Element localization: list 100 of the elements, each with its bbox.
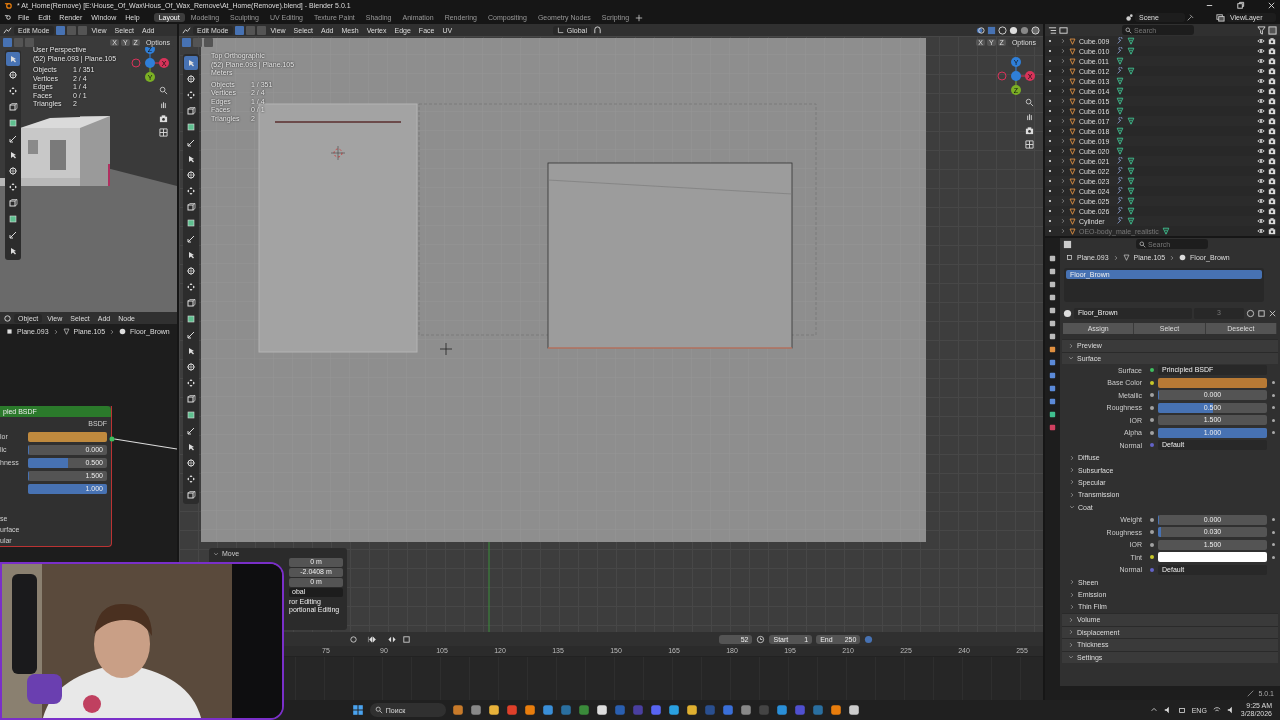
socket-dot[interactable] (109, 436, 115, 442)
camera-icon[interactable] (1268, 47, 1276, 55)
keyframe-dot[interactable] (1271, 406, 1275, 410)
app-icon[interactable] (847, 704, 860, 716)
eye-icon[interactable] (1257, 67, 1265, 75)
keyframe-dot[interactable] (1271, 381, 1275, 385)
new-collection-icon[interactable] (1268, 25, 1277, 35)
record-icon[interactable] (348, 634, 358, 644)
eye-icon[interactable] (1257, 47, 1265, 55)
wrench-icon[interactable] (1116, 217, 1124, 225)
wrench-icon[interactable] (1116, 167, 1124, 175)
app-icon[interactable] (667, 704, 680, 716)
editor-type-icon[interactable] (182, 25, 191, 35)
app-icon[interactable] (451, 704, 464, 716)
wireframe-shading-icon[interactable] (998, 25, 1007, 35)
eye-icon[interactable] (1257, 167, 1265, 175)
color-swatch[interactable] (28, 431, 107, 442)
keyframe-dot[interactable] (1271, 518, 1275, 522)
eye-icon[interactable] (1257, 77, 1265, 85)
eye-icon[interactable] (1257, 57, 1265, 65)
camera-icon[interactable] (1268, 147, 1276, 155)
camera-icon[interactable] (1268, 37, 1276, 45)
camera-icon[interactable] (1268, 107, 1276, 115)
wrench-icon[interactable] (1116, 47, 1124, 55)
filter-view-icon[interactable] (1059, 25, 1068, 35)
vertex-select-icon[interactable] (234, 25, 244, 35)
wrench-icon[interactable] (1116, 197, 1124, 205)
eye-icon[interactable] (1257, 87, 1265, 95)
overlay-icon[interactable] (976, 25, 985, 35)
eye-icon[interactable] (1257, 227, 1265, 235)
keyframe-dot[interactable] (1271, 431, 1275, 435)
eye-icon[interactable] (1257, 197, 1265, 205)
eye-icon[interactable] (1257, 127, 1265, 135)
eye-icon[interactable] (1257, 97, 1265, 105)
app-icon[interactable] (829, 704, 842, 716)
camera-icon[interactable] (1268, 87, 1276, 95)
keyframe-jump-icon[interactable] (385, 634, 398, 644)
filter-icon[interactable] (1257, 25, 1266, 35)
app-icon[interactable] (487, 704, 500, 716)
volume-icon[interactable] (1226, 706, 1235, 714)
tray-chevron-icon[interactable] (1149, 706, 1158, 714)
camera-icon[interactable] (1268, 127, 1276, 135)
solid-shading-icon[interactable] (1009, 25, 1018, 35)
camera-icon[interactable] (1268, 57, 1276, 65)
app-icon[interactable] (523, 704, 536, 716)
app-icon[interactable] (685, 704, 698, 716)
camera-icon[interactable] (1268, 157, 1276, 165)
camera-icon[interactable] (159, 114, 168, 123)
restore-icon[interactable] (1236, 1, 1245, 10)
sync-icon[interactable] (864, 634, 874, 644)
keyframe-dot[interactable] (1271, 530, 1275, 534)
fake-user-icon[interactable] (1246, 309, 1255, 318)
snap-icon[interactable] (593, 25, 602, 35)
close-icon[interactable] (1267, 1, 1276, 10)
eye-icon[interactable] (1257, 137, 1265, 145)
grid-icon[interactable] (159, 128, 168, 137)
camera-icon[interactable] (1268, 217, 1276, 225)
display-mode-icon[interactable] (1048, 25, 1057, 35)
camera-icon[interactable] (1268, 137, 1276, 145)
sound-icon[interactable] (1163, 706, 1172, 714)
material-shading-icon[interactable] (1020, 25, 1029, 35)
keyframe-dot[interactable] (1271, 555, 1275, 559)
keyframe-dot[interactable] (1271, 418, 1275, 422)
eye-icon[interactable] (1257, 107, 1265, 115)
eye-icon[interactable] (1257, 157, 1265, 165)
vertex-select-icon[interactable] (55, 25, 65, 35)
eye-icon[interactable] (1257, 187, 1265, 195)
pin-icon[interactable] (1186, 13, 1194, 22)
camera-icon[interactable] (1268, 97, 1276, 105)
layers-icon[interactable] (1216, 13, 1225, 22)
camera-icon[interactable] (1268, 117, 1276, 125)
duplicate-icon[interactable] (1257, 309, 1266, 318)
eye-icon[interactable] (1257, 207, 1265, 215)
start-icon[interactable] (351, 704, 364, 716)
wrench-icon[interactable] (1116, 67, 1124, 75)
camera-icon[interactable] (1268, 67, 1276, 75)
keyframe-dot[interactable] (1271, 543, 1275, 547)
app-icon[interactable] (595, 704, 608, 716)
eye-icon[interactable] (1257, 117, 1265, 125)
color-swatch[interactable] (1158, 377, 1267, 388)
eye-icon[interactable] (1257, 217, 1265, 225)
grid-icon[interactable] (1025, 140, 1034, 149)
camera-icon[interactable] (1268, 187, 1276, 195)
eye-icon[interactable] (1257, 37, 1265, 45)
camera-icon[interactable] (1268, 227, 1276, 235)
color-swatch[interactable] (1158, 552, 1267, 563)
eye-icon[interactable] (1257, 177, 1265, 185)
wrench-icon[interactable] (1116, 37, 1124, 45)
zoom-icon[interactable] (159, 86, 168, 95)
camera-icon[interactable] (1268, 207, 1276, 215)
editor-type-icon[interactable] (1063, 239, 1072, 249)
wrench-icon[interactable] (1116, 117, 1124, 125)
camera-icon[interactable] (1268, 197, 1276, 205)
wifi-icon[interactable] (1212, 706, 1221, 714)
auto-key-icon[interactable] (401, 634, 411, 644)
eye-icon[interactable] (1257, 147, 1265, 155)
chevron-icon[interactable] (213, 550, 219, 557)
zoom-icon[interactable] (1025, 98, 1034, 107)
camera-icon[interactable] (1268, 77, 1276, 85)
node-editor-icon[interactable] (3, 313, 12, 323)
